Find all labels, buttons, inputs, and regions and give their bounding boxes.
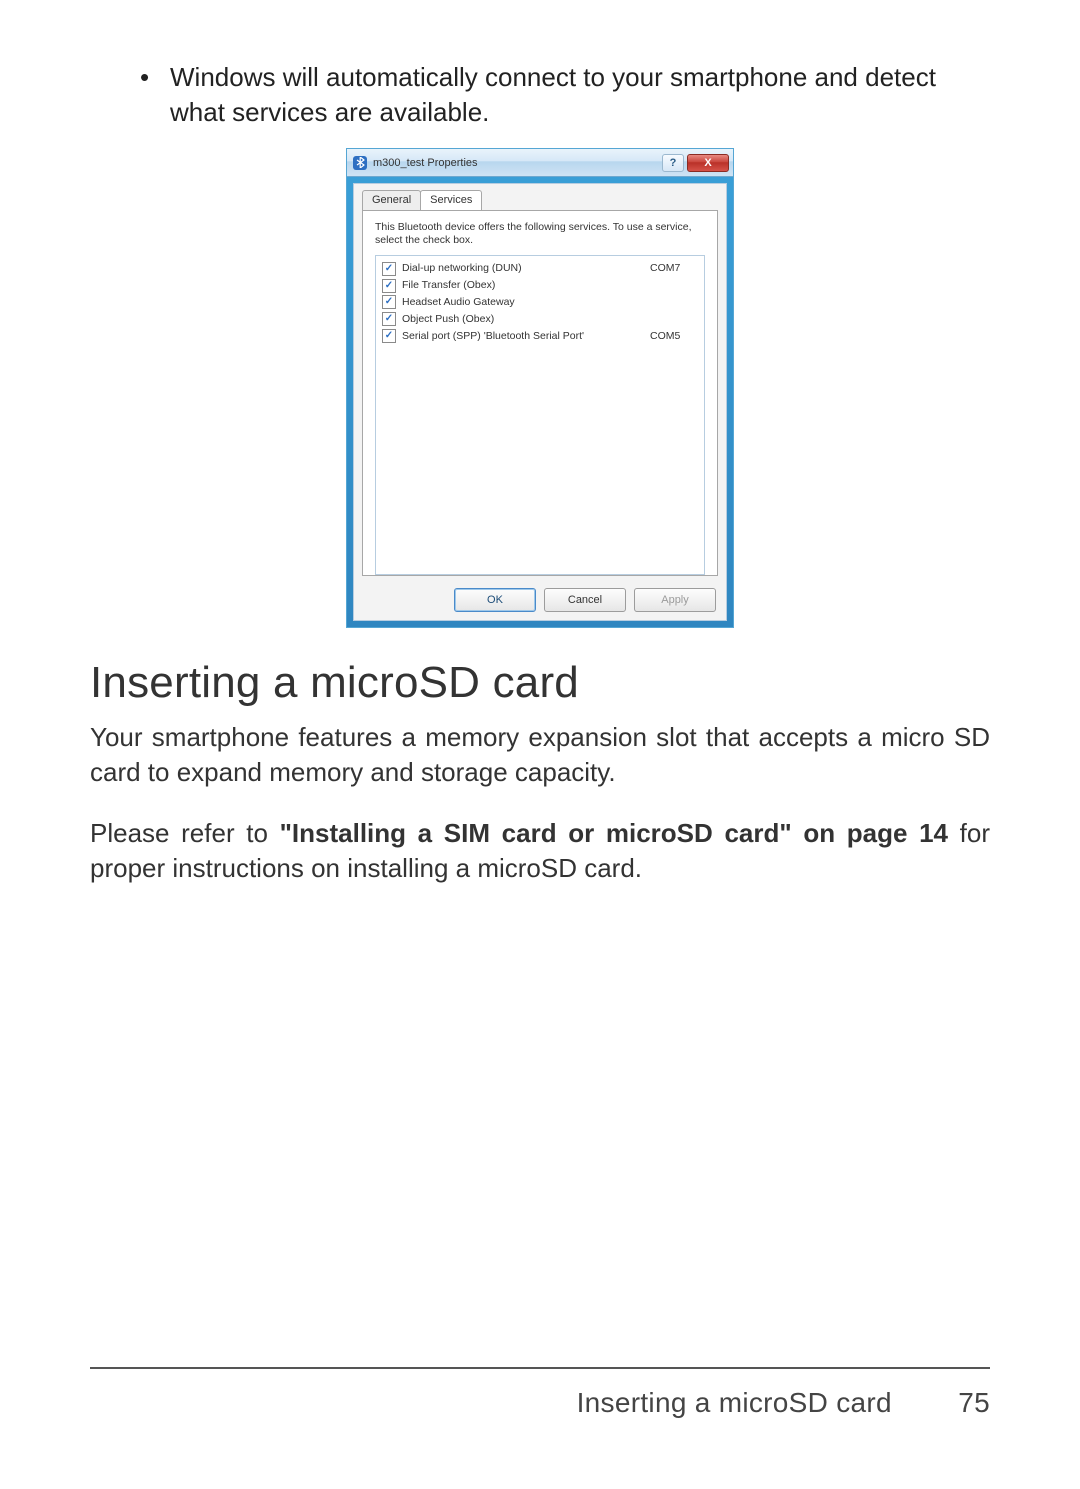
para2-prefix: Please refer to [90, 818, 280, 848]
document-page: • Windows will automatically connect to … [0, 0, 1080, 1489]
service-label: Serial port (SPP) 'Bluetooth Serial Port… [402, 328, 650, 345]
service-checkbox[interactable]: ✓ [382, 262, 396, 276]
cancel-button-label: Cancel [568, 594, 602, 606]
service-checkbox[interactable]: ✓ [382, 312, 396, 326]
services-panel: This Bluetooth device offers the followi… [362, 210, 718, 576]
service-label: Headset Audio Gateway [402, 294, 650, 311]
page-number: 75 [930, 1387, 990, 1419]
service-checkbox[interactable]: ✓ [382, 329, 396, 343]
apply-button[interactable]: Apply [634, 588, 716, 612]
footer-line: Inserting a microSD card 75 [90, 1387, 990, 1419]
intro-bullet: • Windows will automatically connect to … [90, 60, 990, 130]
properties-dialog: m300_test Properties ? X General Service… [346, 148, 734, 628]
apply-button-label: Apply [661, 594, 689, 606]
tab-services[interactable]: Services [420, 190, 482, 210]
footer-rule [90, 1367, 990, 1369]
dialog-button-row: OK Cancel Apply [454, 588, 716, 612]
bullet-dot-icon: • [140, 60, 170, 130]
service-row: ✓ File Transfer (Obex) [382, 277, 698, 294]
page-footer: Inserting a microSD card 75 [90, 1367, 990, 1419]
service-row: ✓ Serial port (SPP) 'Bluetooth Serial Po… [382, 328, 698, 345]
tab-general-label: General [372, 194, 411, 206]
help-icon: ? [670, 157, 677, 169]
close-icon: X [704, 157, 711, 169]
dialog-figure: m300_test Properties ? X General Service… [90, 148, 990, 628]
service-checkbox[interactable]: ✓ [382, 295, 396, 309]
service-port: COM7 [650, 260, 698, 277]
ok-button[interactable]: OK [454, 588, 536, 612]
service-checkbox[interactable]: ✓ [382, 279, 396, 293]
services-list: ✓ Dial-up networking (DUN) COM7 ✓ File T… [375, 255, 705, 575]
services-description: This Bluetooth device offers the followi… [375, 221, 705, 247]
service-label: File Transfer (Obex) [402, 277, 650, 294]
tab-general[interactable]: General [362, 190, 421, 210]
service-row: ✓ Object Push (Obex) [382, 311, 698, 328]
service-row: ✓ Headset Audio Gateway [382, 294, 698, 311]
section-para-2: Please refer to "Installing a SIM card o… [90, 816, 990, 886]
service-label: Dial-up networking (DUN) [402, 260, 650, 277]
section-heading: Inserting a microSD card [90, 658, 990, 708]
close-button[interactable]: X [687, 154, 729, 172]
dialog-titlebar: m300_test Properties ? X [347, 149, 733, 177]
dialog-tabs: General Services [362, 190, 481, 210]
para2-strong: "Installing a SIM card or microSD card" … [280, 818, 948, 848]
cancel-button[interactable]: Cancel [544, 588, 626, 612]
dialog-title: m300_test Properties [373, 157, 662, 169]
dialog-client: General Services This Bluetooth device o… [353, 183, 727, 621]
section-para-1: Your smartphone features a memory expans… [90, 720, 990, 790]
bluetooth-icon [353, 156, 367, 170]
service-label: Object Push (Obex) [402, 311, 650, 328]
service-row: ✓ Dial-up networking (DUN) COM7 [382, 260, 698, 277]
tab-services-label: Services [430, 194, 472, 206]
footer-title: Inserting a microSD card [577, 1387, 892, 1418]
intro-bullet-text: Windows will automatically connect to yo… [170, 60, 990, 130]
window-buttons: ? X [662, 154, 729, 172]
ok-button-label: OK [487, 594, 503, 606]
service-port: COM5 [650, 328, 698, 345]
help-button[interactable]: ? [662, 154, 684, 172]
